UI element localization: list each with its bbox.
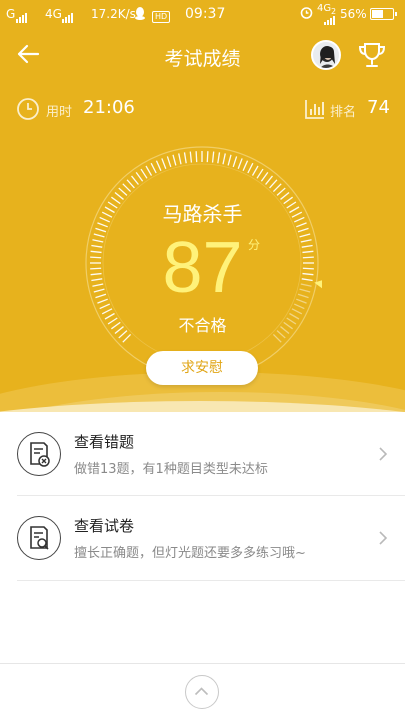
status-bar: G 4G 17.2K/s HD 09:37 4G 2 56% — [0, 0, 405, 28]
network-type: 4G — [45, 7, 62, 21]
wrong-doc-icon — [17, 432, 61, 476]
gauge-tick — [276, 187, 286, 196]
scroll-up-button[interactable] — [185, 675, 219, 709]
exam-result-page: G 4G 17.2K/s HD 09:37 4G 2 56% 考试成绩 用时 2… — [0, 0, 405, 720]
rank-value: 74 — [367, 97, 390, 118]
gauge-tick — [272, 183, 282, 193]
gauge-tick — [211, 151, 215, 163]
gauge-tick — [122, 183, 132, 193]
gauge-tick — [206, 151, 209, 163]
battery-percent: 56% — [340, 7, 367, 21]
chevron-right-icon — [379, 447, 388, 461]
gauge-tick — [135, 172, 144, 182]
list-item-desc: 做错13题，有1种题目类型未达标 — [74, 462, 268, 477]
pass-status: 不合格 — [178, 316, 227, 335]
result-title: 马路杀手 — [162, 202, 243, 226]
avatar[interactable] — [311, 40, 341, 70]
gauge-tick — [247, 162, 254, 174]
rank-label: 排名 — [330, 105, 357, 120]
gauge-tick — [172, 154, 177, 166]
qq-icon — [134, 6, 146, 23]
result-header: G 4G 17.2K/s HD 09:37 4G 2 56% 考试成绩 用时 2… — [0, 0, 405, 412]
gauge-tick — [265, 175, 273, 185]
gauge-tick — [189, 151, 193, 163]
list-item-desc: 擅长正确题，但灯光题还要多多练习哦~ — [74, 546, 306, 561]
battery-icon — [370, 8, 397, 20]
clock-icon — [17, 98, 39, 120]
gauge-tick — [232, 156, 238, 168]
signal-icon — [324, 11, 336, 25]
gauge-tick — [166, 156, 172, 168]
gauge-tick — [260, 172, 269, 182]
gauge-tick — [242, 160, 249, 171]
list-item-title: 查看试卷 — [74, 517, 135, 535]
sim-badge: HD — [152, 8, 171, 23]
chevron-up-icon — [194, 687, 209, 696]
gauge-tick — [195, 151, 198, 163]
gauge-tick — [178, 153, 182, 165]
gauge-tick — [145, 165, 153, 176]
gauge-tick — [227, 154, 232, 166]
gauge-tick — [118, 187, 128, 196]
signal-icon — [16, 9, 28, 23]
gauge-tick — [256, 168, 264, 179]
network-speed: 17.2K/s — [91, 7, 136, 21]
gauge-tick — [131, 175, 139, 185]
network-left: G — [6, 7, 16, 21]
score-value: 87 — [162, 228, 243, 308]
page-title: 考试成绩 — [164, 48, 241, 70]
search-doc-icon — [17, 516, 61, 560]
gauge-tick — [269, 179, 278, 189]
clock: 09:37 — [185, 6, 226, 22]
trophy-icon[interactable] — [356, 39, 388, 71]
gauge-tick — [251, 165, 259, 176]
signal-icon — [62, 9, 74, 23]
chevron-right-icon — [379, 531, 388, 545]
list-item-wrong-questions[interactable]: 查看错题 做错13题，有1种题目类型未达标 — [0, 412, 405, 496]
time-value: 21:06 — [83, 97, 135, 118]
comfort-button[interactable]: 求安慰 — [146, 351, 258, 385]
gauge-tick — [237, 158, 243, 169]
time-label: 用时 — [46, 105, 73, 120]
gauge-tick — [183, 152, 187, 164]
bottom-divider — [0, 663, 405, 664]
gauge-tick — [155, 160, 162, 171]
divider — [17, 580, 405, 581]
gauge-tick — [150, 162, 157, 174]
gauge-tick — [222, 153, 226, 165]
list-item-title: 查看错题 — [74, 433, 135, 451]
gauge-tick — [161, 158, 167, 169]
score-unit: 分 — [248, 238, 261, 252]
bar-chart-icon — [305, 100, 324, 119]
alarm-icon — [300, 6, 313, 22]
gauge-tick — [126, 179, 135, 189]
gauge-tick — [217, 152, 221, 164]
list-item-view-paper[interactable]: 查看试卷 擅长正确题，但灯光题还要多多练习哦~ — [0, 496, 405, 580]
gauge-tick — [140, 168, 148, 179]
